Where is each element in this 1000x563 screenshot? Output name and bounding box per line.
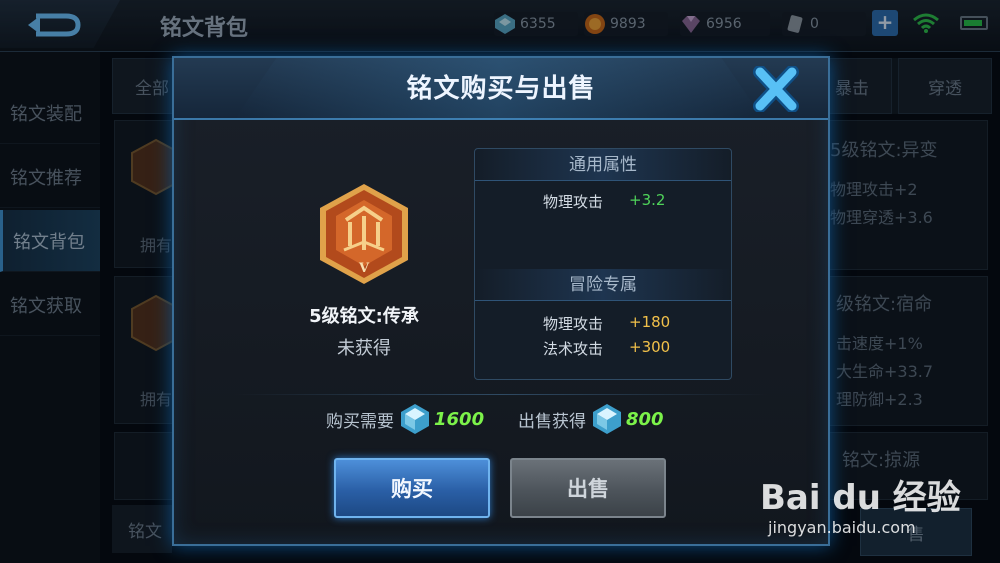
attribute-value: +3.2 — [629, 191, 666, 209]
attribute-key: 法术攻击 — [543, 340, 604, 358]
adventure-attributes-header: 冒险专属 — [475, 269, 731, 301]
attribute-value: +180 — [629, 313, 671, 331]
inscription-level5-icon: V — [320, 184, 408, 284]
sell-price-value: 800 — [626, 408, 664, 430]
common-attributes-header: 通用属性 — [475, 149, 731, 181]
buy-price: 购买需要 1600 — [326, 402, 484, 436]
attribute-key: 物理攻击 — [543, 315, 604, 333]
attribute-row: 物理攻击 +3.2 — [475, 191, 731, 215]
attribute-value: +300 — [629, 338, 671, 356]
divider — [234, 394, 768, 395]
attribute-row: 法术攻击 +300 — [475, 338, 731, 362]
buy-price-label: 购买需要 — [326, 411, 394, 432]
inscription-name: 5级铭文:传承 — [309, 306, 419, 327]
sell-button[interactable]: 出售 — [510, 458, 666, 518]
attributes-panel: 通用属性 物理攻击 +3.2 冒险专属 物理攻击 +180 法术攻击 +300 — [474, 148, 732, 380]
close-icon[interactable] — [752, 66, 800, 112]
watermark-logo: Bai du 经验 — [760, 478, 961, 518]
attribute-key: 物理攻击 — [543, 193, 604, 211]
dialog-title: 铭文购买与出售 — [406, 74, 596, 104]
buy-price-value: 1600 — [434, 408, 485, 430]
dialog-header: 铭文购买与出售 — [174, 58, 828, 120]
buy-sell-dialog: 铭文购买与出售 V 5级铭文:传承 未获得 通用属性 物理攻击 +3.2 冒险专… — [172, 56, 830, 546]
watermark-url: jingyan.baidu.com — [768, 518, 916, 537]
crystal-icon — [593, 404, 621, 434]
crystal-icon — [401, 404, 429, 434]
sell-price: 出售获得 800 — [518, 402, 664, 436]
level-mark: V — [358, 261, 370, 276]
sell-price-label: 出售获得 — [518, 411, 586, 432]
ownership-status: 未获得 — [337, 338, 391, 359]
baidu-watermark: Bai du 经验 jingyan.baidu.com — [760, 470, 990, 550]
buy-button[interactable]: 购买 — [334, 458, 490, 518]
attribute-row: 物理攻击 +180 — [475, 313, 731, 337]
